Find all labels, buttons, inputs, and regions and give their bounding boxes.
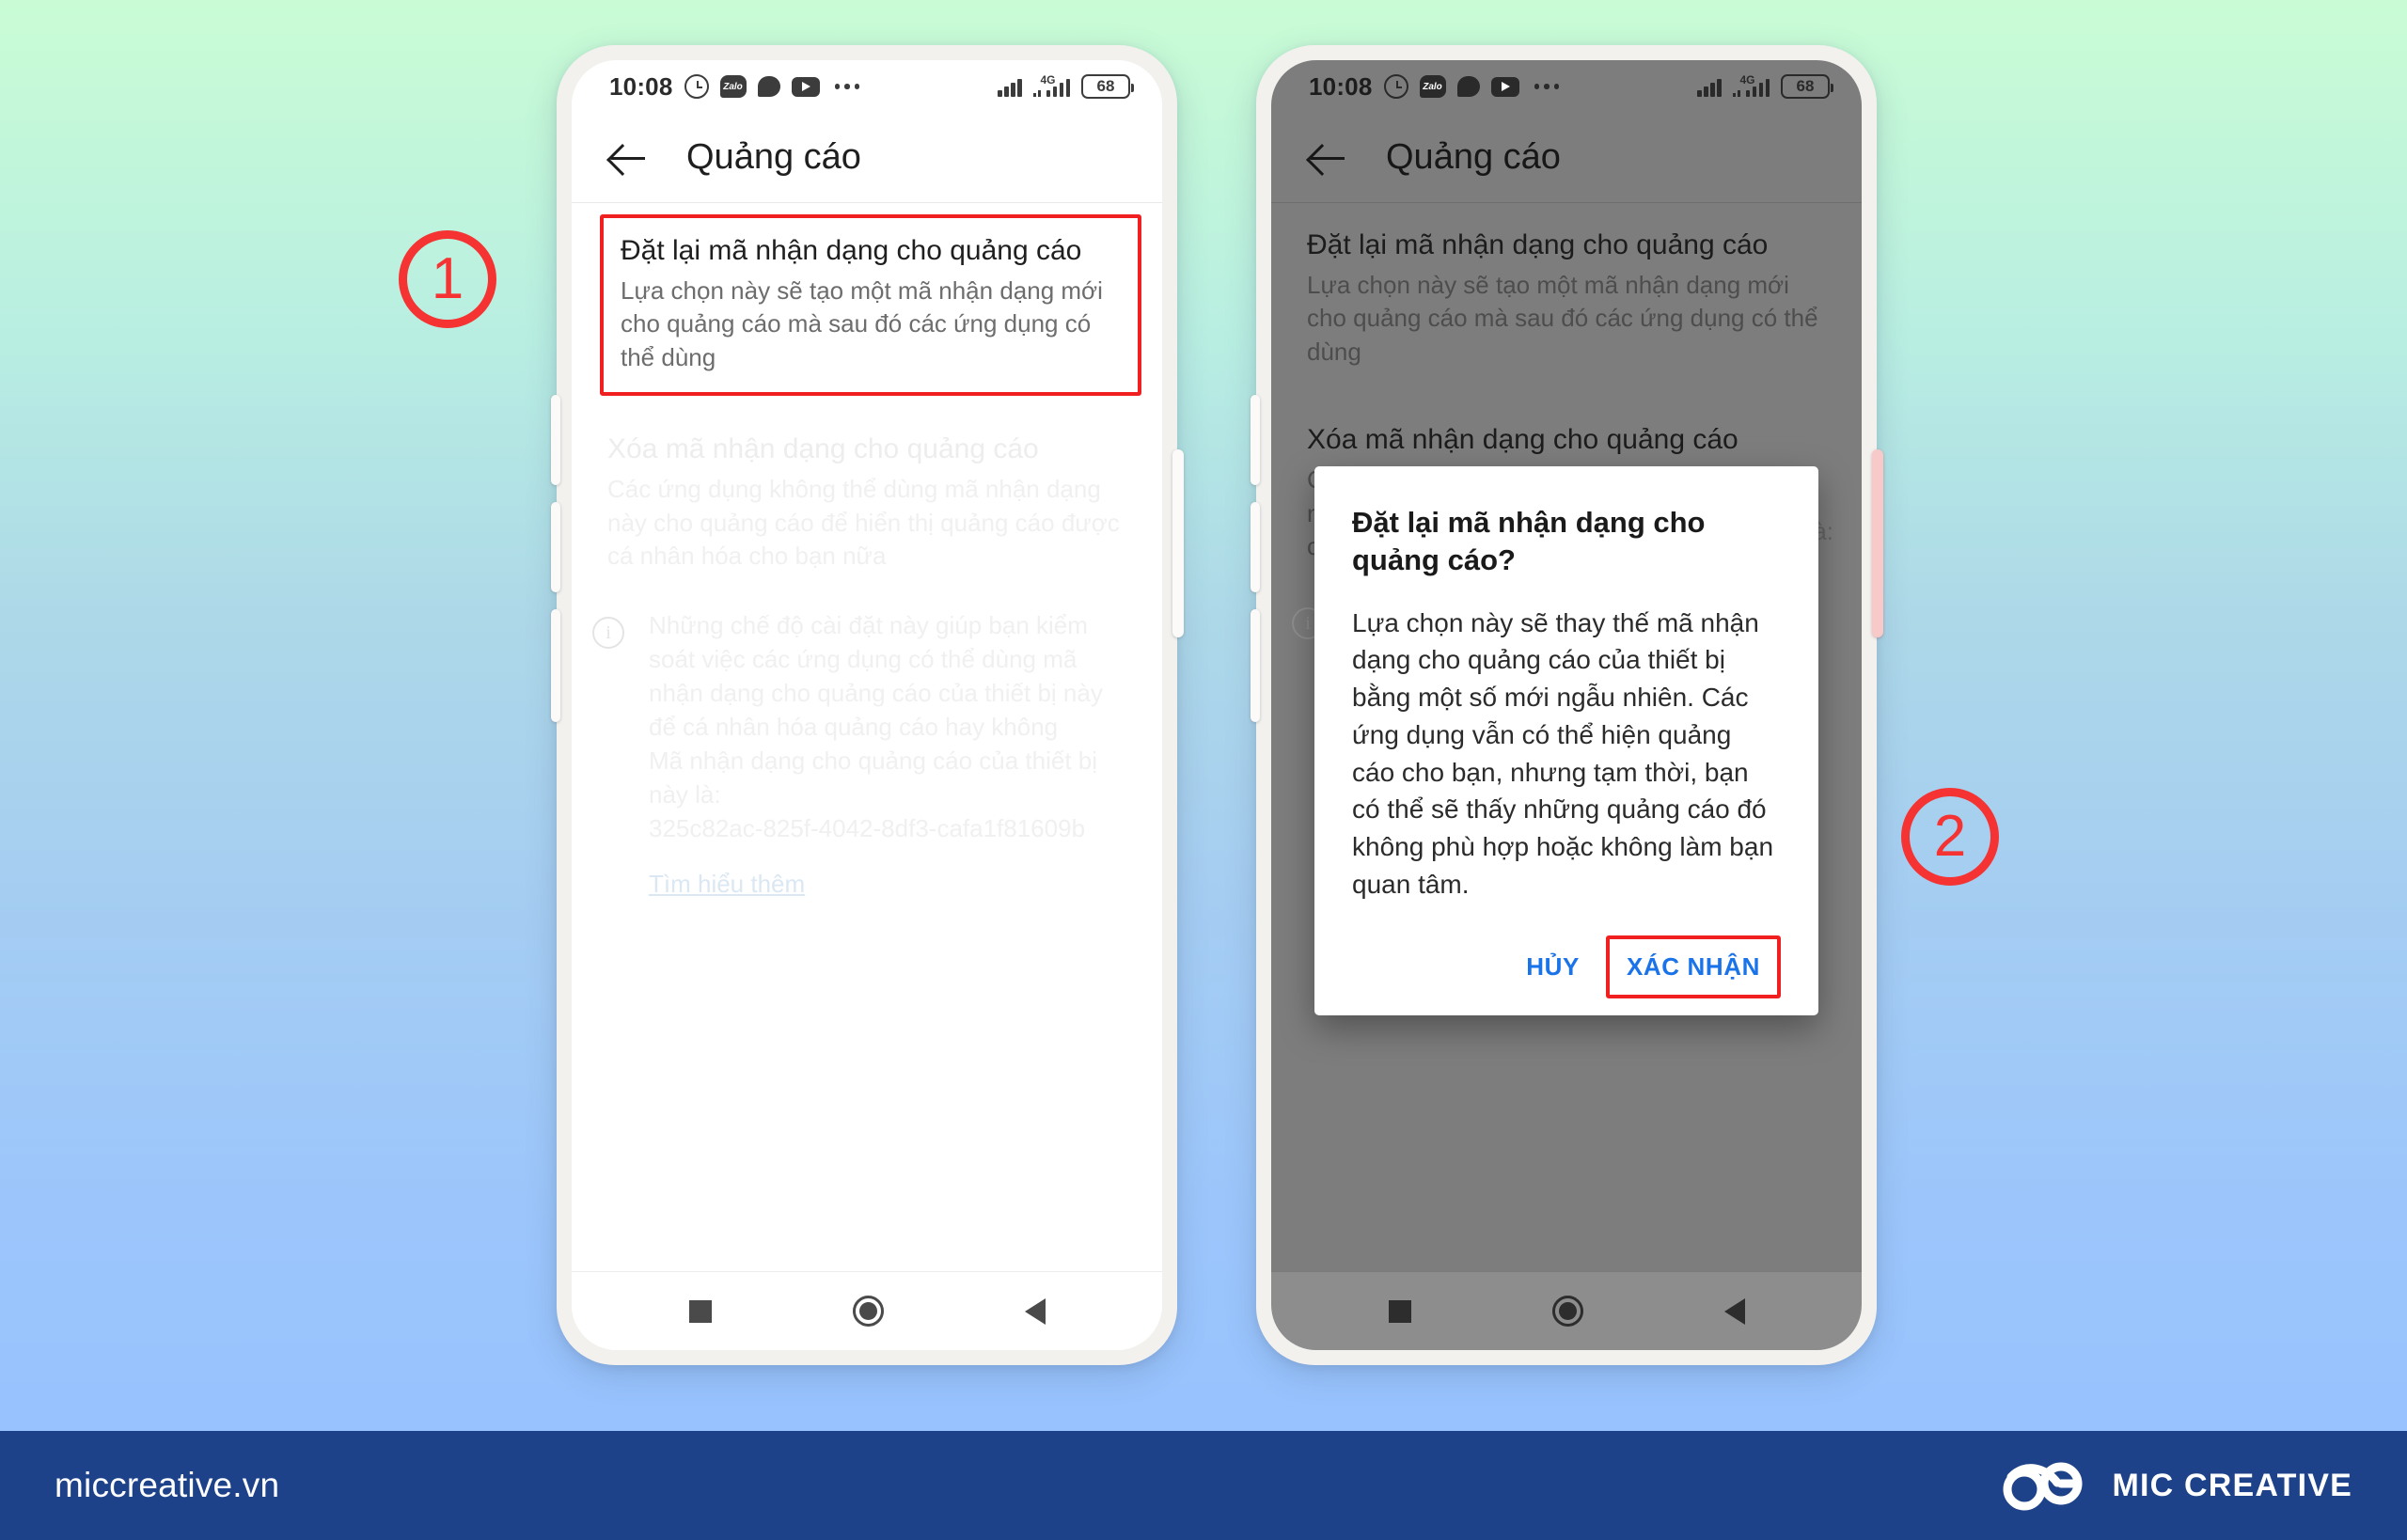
footer-brand-name: MIC CREATIVE xyxy=(2112,1467,2352,1503)
reset-ad-id-dialog: Đặt lại mã nhận dạng cho quảng cáo? Lựa … xyxy=(1314,466,1818,1015)
volume-up-button-phone1[interactable] xyxy=(551,395,560,485)
status-time: 10:08 xyxy=(1309,71,1373,101)
square-icon[interactable] xyxy=(688,1299,712,1323)
triangle-back-icon[interactable] xyxy=(1024,1297,1046,1325)
pref-reset-ad-id-subtitle: Lựa chọn này sẽ tạo một mã nhận dạng mới… xyxy=(621,275,1103,372)
status-bar-left-phone2: 10:08 Zalo xyxy=(1309,72,1559,102)
battery-icon: 68 xyxy=(1781,74,1833,99)
pref-reset-ad-id-title: Đặt lại mã nhận dạng cho quảng cáo xyxy=(621,235,1082,266)
app-bar-phone1: Quảng cáo xyxy=(572,113,1162,203)
zalo-icon: Zalo xyxy=(1419,75,1446,98)
circle-icon[interactable] xyxy=(852,1296,884,1327)
step-badge-2: 2 xyxy=(1901,788,1999,886)
more-dots-icon xyxy=(834,84,859,89)
network-label: 4G xyxy=(1040,73,1056,86)
page-title: Quảng cáo xyxy=(1386,137,1561,177)
info-paragraph: Những chế độ cài đặt này giúp bạn kiểm s… xyxy=(649,611,1103,741)
side-key-phone1[interactable] xyxy=(1172,449,1184,637)
volume-down-button-phone1[interactable] xyxy=(551,502,560,592)
pref-delete-ad-id-title: Xóa mã nhận dạng cho quảng cáo xyxy=(1307,424,1738,456)
highlight-box-reset-ad-id: Đặt lại mã nhận dạng cho quảng cáo Lựa c… xyxy=(600,214,1141,397)
chat-bubble-icon xyxy=(757,76,780,97)
status-bar-phone2: 10:08 Zalo 4G 68 xyxy=(1271,60,1862,113)
status-bar-right-phone1: 4G 68 xyxy=(998,73,1134,99)
status-bar-phone1: 10:08 Zalo 4G 68 xyxy=(572,60,1162,113)
app-bar-phone2: Quảng cáo xyxy=(1271,113,1862,203)
status-bar-right-phone2: 4G 68 xyxy=(1697,73,1833,99)
phone2-display: 10:08 Zalo 4G 68 Quảng cáo Đặt lại mã nh… xyxy=(1271,60,1862,1350)
device-id-label: Mã nhận dạng cho quảng cáo của thiết bị … xyxy=(649,746,1098,809)
phone-device-2: 10:08 Zalo 4G 68 Quảng cáo Đặt lại mã nh… xyxy=(1251,45,1883,1365)
battery-icon: 68 xyxy=(1081,74,1134,99)
power-button-phone1[interactable] xyxy=(551,609,560,722)
chat-bubble-icon xyxy=(1456,76,1480,97)
pref-reset-ad-id[interactable]: Đặt lại mã nhận dạng cho quảng cáo Lựa c… xyxy=(1271,203,1862,390)
cancel-button[interactable]: HỦY xyxy=(1507,937,1598,997)
footer-website-url: miccreative.vn xyxy=(55,1466,280,1504)
battery-level: 68 xyxy=(1096,77,1115,95)
back-arrow-icon[interactable] xyxy=(1307,137,1348,179)
mobile-data-4g-icon: 4G xyxy=(1032,73,1070,97)
phone1-display: 10:08 Zalo 4G 68 Quảng cáo Đặt lại mã nh… xyxy=(572,60,1162,1350)
step-badge-1: 1 xyxy=(399,230,496,328)
signal-bars-icon xyxy=(1697,76,1722,97)
signal-bars-icon xyxy=(998,76,1022,97)
square-icon[interactable] xyxy=(1388,1299,1411,1323)
pref-reset-ad-id-title: Đặt lại mã nhận dạng cho quảng cáo xyxy=(1307,229,1769,260)
pref-delete-ad-id-subtitle: Các ứng dụng không thể dùng mã nhận dạng… xyxy=(607,474,1120,571)
pref-delete-ad-id-title: Xóa mã nhận dạng cho quảng cáo xyxy=(607,433,1039,465)
info-block-text-phone1: Những chế độ cài đặt này giúp bạn kiểm s… xyxy=(649,609,1130,899)
volume-up-button-phone2[interactable] xyxy=(1251,395,1260,485)
settings-list-phone1: Đặt lại mã nhận dạng cho quảng cáo Lựa c… xyxy=(572,203,1162,1271)
status-time: 10:08 xyxy=(609,71,673,101)
status-bar-left-phone1: 10:08 Zalo xyxy=(609,72,859,102)
zalo-icon: Zalo xyxy=(719,75,747,98)
side-key-phone2[interactable] xyxy=(1872,449,1883,637)
mobile-data-4g-icon: 4G xyxy=(1732,73,1770,97)
screenshot-canvas: 10:08 Zalo 4G 68 Quảng cáo Đặt lại mã nh… xyxy=(0,0,2407,1540)
alarm-clock-icon xyxy=(1383,74,1408,99)
battery-level: 68 xyxy=(1796,77,1815,95)
info-icon xyxy=(592,617,624,650)
back-arrow-icon[interactable] xyxy=(607,137,649,179)
page-title: Quảng cáo xyxy=(686,137,861,177)
dialog-body: Lựa chọn này sẽ thay thế mã nhận dạng ch… xyxy=(1352,607,1774,899)
learn-more-link[interactable]: Tìm hiểu thêm xyxy=(649,870,805,899)
footer-bar: miccreative.vn MIC CREATIVE xyxy=(0,1431,2407,1540)
dialog-actions: HỦY XÁC NHẬN xyxy=(1352,935,1781,998)
device-id-value: 325c82ac-825f-4042-8df3-cafa1f81609b xyxy=(649,813,1086,842)
triangle-back-icon[interactable] xyxy=(1723,1297,1745,1325)
pref-reset-ad-id[interactable]: Đặt lại mã nhận dạng cho quảng cáo Lựa c… xyxy=(621,233,1115,375)
footer-brand: MIC CREATIVE xyxy=(1999,1458,2352,1513)
dialog-title: Đặt lại mã nhận dạng cho quảng cáo? xyxy=(1352,506,1706,577)
volume-down-button-phone2[interactable] xyxy=(1251,502,1260,592)
network-label: 4G xyxy=(1739,73,1755,86)
infinity-loop-logo xyxy=(2003,1462,2083,1511)
more-dots-icon xyxy=(1534,84,1559,89)
circle-icon[interactable] xyxy=(1551,1296,1583,1327)
phone-device-1: 10:08 Zalo 4G 68 Quảng cáo Đặt lại mã nh… xyxy=(551,45,1184,1365)
power-button-phone2[interactable] xyxy=(1251,609,1260,722)
step-badge-1-number: 1 xyxy=(431,246,464,311)
confirm-button[interactable]: XÁC NHẬN xyxy=(1605,935,1781,998)
nav-bar-phone2 xyxy=(1271,1271,1862,1350)
alarm-clock-icon xyxy=(684,74,709,99)
step-badge-2-number: 2 xyxy=(1933,804,1967,869)
phone2-screen: 10:08 Zalo 4G 68 Quảng cáo Đặt lại mã nh… xyxy=(1271,60,1862,1350)
youtube-icon xyxy=(1490,76,1519,97)
pref-delete-ad-id[interactable]: Xóa mã nhận dạng cho quảng cáo Các ứng d… xyxy=(572,400,1162,594)
info-block-phone1: Những chế độ cài đặt này giúp bạn kiểm s… xyxy=(572,594,1162,899)
youtube-icon xyxy=(791,76,820,97)
phone1-screen: 10:08 Zalo 4G 68 Quảng cáo Đặt lại mã nh… xyxy=(572,60,1162,1350)
pref-reset-ad-id-subtitle: Lựa chọn này sẽ tạo một mã nhận dạng mới… xyxy=(1307,270,1818,367)
nav-bar-phone1 xyxy=(572,1271,1162,1350)
